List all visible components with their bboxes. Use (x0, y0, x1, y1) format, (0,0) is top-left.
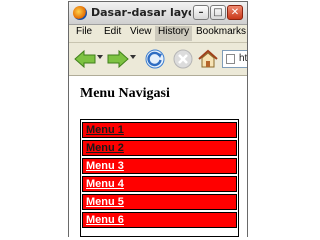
menu-bookmarks[interactable]: Bookmarks (193, 26, 247, 41)
navigation-menu: Menu 1 Menu 2 Menu 3 Menu 4 Menu 5 Menu … (80, 119, 239, 237)
reload-icon[interactable] (144, 48, 166, 70)
page-content: Menu Navigasi Menu 1 Menu 2 Menu 3 Menu … (69, 76, 247, 237)
window-title: Dasar-dasar layout ... (91, 6, 191, 19)
nav-link-menu-3[interactable]: Menu 3 (82, 158, 237, 174)
minimize-button[interactable]: – (193, 5, 209, 20)
nav-link-menu-6[interactable]: Menu 6 (82, 212, 237, 228)
navigation-toolbar: ht (69, 43, 247, 76)
close-button[interactable]: ✕ (227, 5, 243, 20)
nav-link-menu-2[interactable]: Menu 2 (82, 140, 237, 156)
home-icon[interactable] (197, 48, 219, 70)
menu-history[interactable]: History (155, 26, 193, 41)
forward-arrow-icon[interactable] (106, 48, 130, 70)
back-history-dropdown-icon[interactable] (97, 55, 103, 60)
back-arrow-icon[interactable] (73, 48, 97, 70)
menu-edit[interactable]: Edit (101, 26, 124, 41)
menu-file[interactable]: File (73, 26, 95, 41)
menu-bar: File Edit View History Bookmarks (69, 25, 247, 43)
page-icon (226, 54, 235, 64)
nav-link-menu-5[interactable]: Menu 5 (82, 194, 237, 210)
url-bar[interactable]: ht (222, 50, 248, 68)
stop-icon[interactable] (172, 48, 194, 70)
firefox-icon (73, 6, 87, 20)
browser-window: Dasar-dasar layout ... – □ ✕ File Edit V… (68, 1, 248, 237)
title-bar[interactable]: Dasar-dasar layout ... – □ ✕ (69, 2, 247, 25)
forward-history-dropdown-icon[interactable] (130, 55, 136, 60)
nav-link-menu-4[interactable]: Menu 4 (82, 176, 237, 192)
maximize-button[interactable]: □ (210, 5, 226, 20)
page-heading: Menu Navigasi (80, 86, 170, 101)
menu-view[interactable]: View (127, 26, 155, 41)
nav-link-menu-1[interactable]: Menu 1 (82, 122, 237, 138)
url-text: ht (239, 53, 248, 64)
